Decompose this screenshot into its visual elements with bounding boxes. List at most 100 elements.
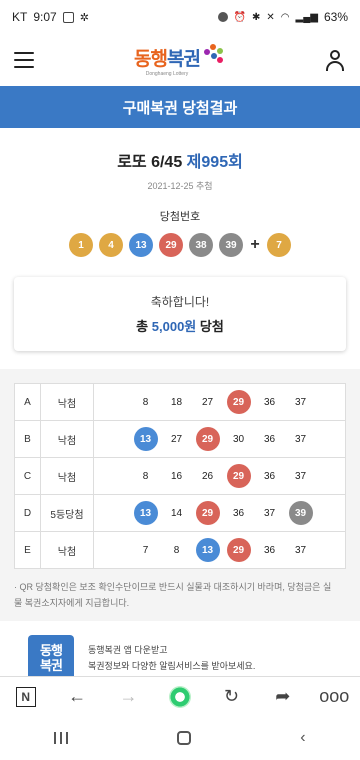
carrier-label: KT [12, 10, 28, 24]
plus-sign: + [250, 236, 260, 253]
naver-home-button[interactable]: N [11, 682, 41, 712]
green-dot-icon[interactable] [165, 682, 195, 712]
signal-icon: ▂▄▆ [295, 11, 318, 23]
games-section: A 낙첨 8 18 27 29 36 37 B 낙첨 13 27 29 30 36 37 C 낙첨 8 16 26 29 3… [0, 369, 360, 621]
back-arrow-icon[interactable]: ← [62, 682, 92, 712]
total-suffix: 당첨 [199, 319, 224, 334]
game-result: 5등당첨 [40, 494, 94, 532]
winning-numbers-label: 당첨번호 [159, 211, 201, 223]
game-number-value: 36 [263, 544, 276, 556]
game-number: 37 [285, 538, 316, 562]
game-number: 36 [254, 464, 285, 488]
game-number-value: 29 [226, 464, 251, 488]
game-number: 37 [285, 464, 316, 488]
lotto-name: 로또 6/45 [117, 154, 183, 171]
winning-ball: 4 [99, 233, 123, 257]
nav-back-icon[interactable]: ‹ [300, 729, 305, 747]
result-card: 축하합니다! 총 5,000원 당첨 [14, 277, 346, 351]
game-number-value: 27 [170, 433, 183, 445]
total-prize: 총 5,000원 당첨 [136, 316, 224, 335]
system-nav-bar: ‹ [0, 716, 360, 760]
winning-ball: 1 [69, 233, 93, 257]
draw-info: 로또 6/45 제995회 2021-12-25 추첨 당첨번호 1 4 13 29 3… [0, 128, 360, 257]
table-row: C 낙첨 8 16 26 29 36 37 [14, 457, 346, 495]
game-number-value: 36 [263, 433, 276, 445]
game-number-value: 8 [173, 544, 180, 556]
game-number-value: 7 [142, 544, 149, 556]
game-number-value: 39 [288, 501, 313, 525]
game-number-value: 13 [133, 427, 158, 451]
table-row: E 낙첨 7 8 13 29 36 37 [14, 531, 346, 569]
share-icon[interactable]: ➦ [268, 682, 298, 712]
game-number-value: 29 [226, 390, 251, 414]
game-number: 27 [161, 427, 192, 451]
home-icon[interactable] [177, 731, 192, 745]
game-number-value: 37 [294, 396, 307, 408]
game-number: 36 [254, 538, 285, 562]
congrats-text: 축하합니다! [150, 295, 210, 309]
draw-round: 제995회 [186, 154, 243, 171]
game-number: 27 [192, 390, 223, 414]
game-number-value: 36 [263, 470, 276, 482]
promo-line-2: 복권정보와 다양한 알림서비스를 받아보세요. [88, 661, 256, 671]
game-id: E [14, 531, 41, 569]
total-prefix: 총 [136, 319, 149, 334]
game-number: 8 [130, 390, 161, 414]
game-number: 29 [192, 427, 223, 451]
mute-icon: ✕ [266, 11, 275, 23]
winning-ball: 39 [219, 233, 243, 257]
game-number-value: 8 [142, 470, 149, 482]
game-number-value: 18 [170, 396, 183, 408]
game-number: 16 [161, 464, 192, 488]
draw-date: 2021-12-25 추첨 [147, 181, 213, 191]
forward-arrow-icon[interactable]: → [114, 682, 144, 712]
reload-icon[interactable]: ↻ [216, 682, 246, 712]
more-icon[interactable]: ooo [319, 682, 349, 712]
menu-icon[interactable] [14, 52, 34, 68]
games-table: A 낙첨 8 18 27 29 36 37 B 낙첨 13 27 29 30 36 37 C 낙첨 8 16 26 29 3… [14, 383, 346, 569]
game-id: C [14, 457, 41, 495]
page-title: 구매복권 당첨결과 [0, 86, 360, 128]
game-number: 13 [192, 538, 223, 562]
game-numbers: 13 14 29 36 37 39 [93, 494, 346, 532]
game-number-value: 36 [232, 507, 245, 519]
game-number: 13 [130, 501, 161, 525]
recent-apps-icon[interactable] [54, 732, 69, 744]
game-number-value: 29 [195, 501, 220, 525]
game-numbers: 7 8 13 29 36 37 [93, 531, 346, 569]
table-row: B 낙첨 13 27 29 30 36 37 [14, 420, 346, 458]
game-number: 37 [285, 390, 316, 414]
battery-label: 63% [323, 10, 348, 24]
game-number-value: 37 [294, 433, 307, 445]
logo-spark-icon [202, 44, 224, 66]
game-number: 7 [130, 538, 161, 562]
prize-amount: 5,000원 [151, 319, 197, 334]
game-number: 18 [161, 390, 192, 414]
status-bar: KT 9:07 ✲ ⏰ ✱ ✕ ◠ ▂▄▆ 63% [0, 0, 360, 34]
winning-numbers: 1 4 13 29 38 39 +7 [0, 233, 360, 257]
wifi-icon: ◠ [280, 11, 290, 23]
game-number-value: 16 [170, 470, 183, 482]
promo-line-1: 동행복권 앱 다운받고 [88, 645, 168, 655]
game-number: 8 [130, 464, 161, 488]
game-id: A [14, 383, 41, 421]
app-logo[interactable]: 동행복권 Donghaeng Lottery [134, 44, 224, 77]
game-number: 26 [192, 464, 223, 488]
game-number-value: 8 [142, 396, 149, 408]
game-number-value: 27 [201, 396, 214, 408]
promo-logo-b: 복권 [40, 658, 63, 673]
game-number-value: 13 [195, 538, 220, 562]
game-number: 36 [223, 501, 254, 525]
game-number-value: 36 [263, 396, 276, 408]
browser-toolbar: N ← → ↻ ➦ ooo [0, 676, 360, 716]
game-id: B [14, 420, 41, 458]
game-number: 37 [285, 427, 316, 451]
winning-ball: 13 [129, 233, 153, 257]
app-promo[interactable]: 동행 복권 동행복권 앱 다운받고 복권정보와 다양한 알림서비스를 받아보세요… [0, 621, 360, 681]
logo-text-a: 동행 [134, 48, 168, 70]
game-number-value: 29 [195, 427, 220, 451]
game-result: 낙첨 [40, 531, 94, 569]
game-result: 낙첨 [40, 457, 94, 495]
user-icon[interactable] [324, 49, 346, 71]
game-numbers: 8 16 26 29 36 37 [93, 457, 346, 495]
